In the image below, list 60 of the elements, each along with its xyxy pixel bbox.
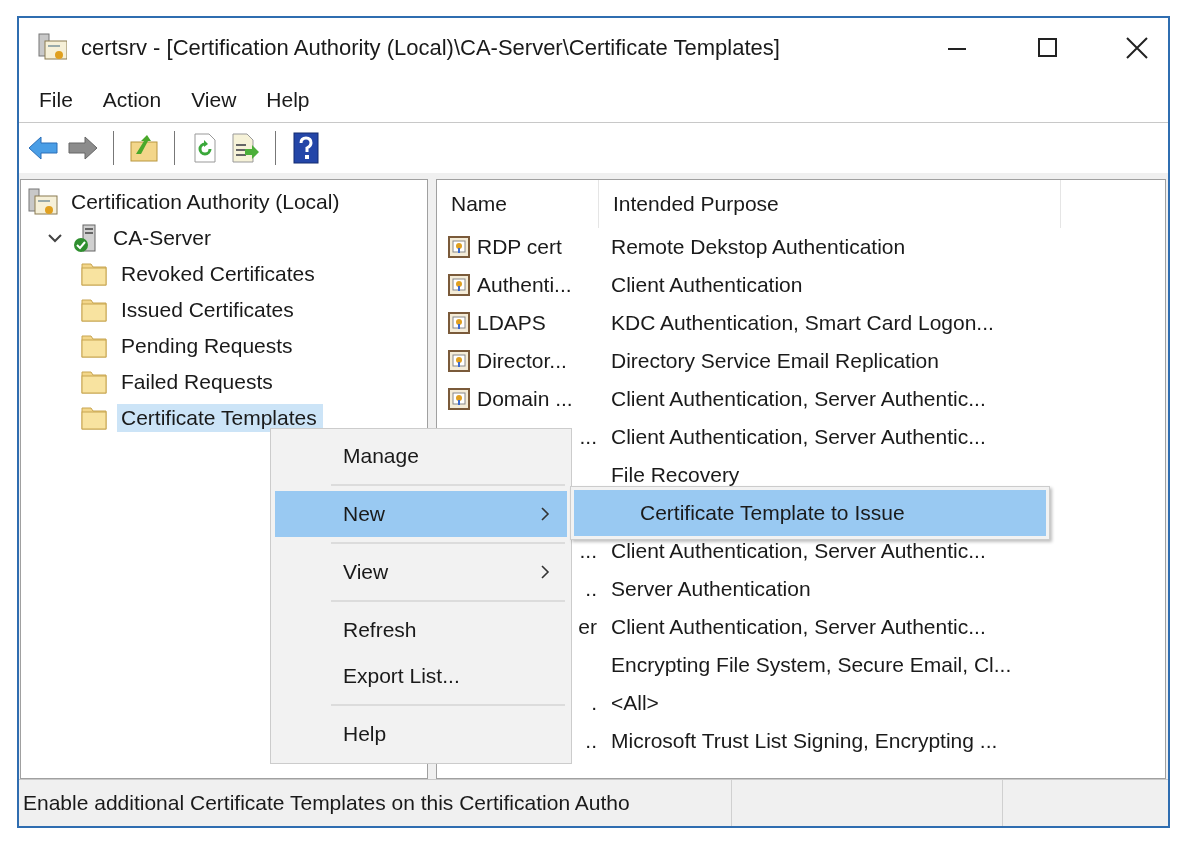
folder-icon bbox=[81, 296, 109, 324]
table-cell-text: Directory Service Email Replication bbox=[610, 349, 939, 373]
tree-item[interactable]: Certification Authority (Local) bbox=[67, 188, 346, 216]
table-cell-text: Encrypting File System, Secure Email, Cl... bbox=[610, 653, 1012, 677]
table-cell-text: KDC Authentication, Smart Card Logon... bbox=[610, 311, 994, 335]
menu-item[interactable]: View bbox=[275, 549, 567, 595]
certificate-template-icon bbox=[447, 236, 471, 258]
table-cell-text: Client Authentication, Server Authentic... bbox=[610, 387, 986, 411]
table-cell: Director... bbox=[477, 349, 567, 373]
menu-item[interactable]: Manage bbox=[275, 433, 567, 479]
table-cell: . bbox=[591, 691, 597, 715]
menu-item[interactable]: Certificate Template to Issue bbox=[574, 490, 1046, 536]
folder-icon bbox=[81, 404, 109, 432]
menu-item[interactable]: Help bbox=[275, 711, 567, 757]
tree-item[interactable]: Revoked Certificates bbox=[117, 260, 321, 288]
tree-item[interactable]: Certificate Templates bbox=[117, 404, 323, 432]
table-cell-text: Remote Dekstop Authentication bbox=[610, 235, 906, 259]
certificate-template-icon bbox=[447, 312, 471, 334]
column-header[interactable]: Intended Purpose bbox=[599, 180, 1061, 228]
table-cell: ... bbox=[579, 539, 597, 563]
certificate-template-icon bbox=[447, 274, 471, 296]
menu-item[interactable]: New bbox=[275, 491, 567, 537]
menu-item[interactable]: File bbox=[39, 88, 73, 112]
tree-item[interactable]: Issued Certificates bbox=[117, 296, 300, 324]
menu-item[interactable]: Export List... bbox=[275, 653, 567, 699]
table-cell: Authenti... bbox=[477, 273, 572, 297]
folder-icon bbox=[81, 368, 109, 396]
menu-item[interactable]: Action bbox=[102, 88, 162, 112]
table-cell-text: Client Authentication, Server Authentic... bbox=[610, 425, 986, 449]
window-title: certsrv - [Certification Authority (Local)\CA-Server\Certificate Templates] bbox=[81, 35, 780, 61]
tree-item[interactable]: CA-Server bbox=[109, 224, 218, 252]
menu-item[interactable]: View bbox=[191, 88, 237, 112]
table-cell: .. bbox=[585, 577, 597, 601]
folder-icon bbox=[81, 260, 109, 288]
tree-item[interactable]: Failed Requests bbox=[117, 368, 279, 396]
table-cell-text: Client Authentication bbox=[610, 273, 803, 297]
menu-item[interactable]: Refresh bbox=[275, 607, 567, 653]
app-icon bbox=[37, 33, 67, 63]
table-cell-text: File Recovery bbox=[610, 463, 740, 487]
menu-item[interactable]: Help bbox=[266, 88, 310, 112]
table-cell-text: Client Authentication, Server Authentic... bbox=[610, 539, 986, 563]
column-header[interactable]: Name bbox=[437, 180, 599, 228]
table-cell: LDAPS bbox=[477, 311, 546, 335]
table-cell-text: Client Authentication, Server Authentic... bbox=[610, 615, 986, 639]
table-cell: .. bbox=[585, 729, 597, 753]
certificate-template-icon bbox=[447, 350, 471, 372]
certificate-template-icon bbox=[447, 388, 471, 410]
help-icon[interactable] bbox=[290, 132, 322, 164]
folder-icon bbox=[81, 332, 109, 360]
table-cell: RDP cert bbox=[477, 235, 562, 259]
table-cell-text: Microsoft Trust List Signing, Encrypting ... bbox=[610, 729, 998, 753]
certificate-authority-icon bbox=[27, 188, 59, 216]
table-cell-text: Server Authentication bbox=[610, 577, 811, 601]
tree-item[interactable]: Pending Requests bbox=[117, 332, 299, 360]
table-cell: er bbox=[578, 615, 597, 639]
export-list-icon[interactable] bbox=[229, 132, 261, 164]
status-text: Enable additional Certificate Templates on this Certification Autho bbox=[23, 791, 630, 815]
table-cell-text: <All> bbox=[610, 691, 659, 715]
table-cell: Domain ... bbox=[477, 387, 573, 411]
table-cell: ... bbox=[579, 425, 597, 449]
